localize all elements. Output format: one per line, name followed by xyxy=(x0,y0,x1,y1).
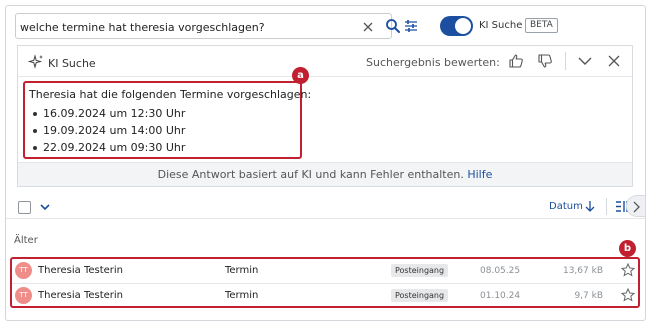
ki-answer-panel: KI Suche Suchergebnis bewerten: Theresia… xyxy=(17,45,633,187)
group-label: Älter xyxy=(14,235,38,246)
item-size: 13,67 kB xyxy=(562,266,603,276)
search-box[interactable] xyxy=(15,13,400,39)
thumbs-up-icon[interactable] xyxy=(508,53,524,69)
appointment-item: 19.09.2024 um 14:00 Uhr xyxy=(33,122,296,139)
ki-search-toggle-label: KI Suche xyxy=(479,20,523,31)
folder-tag: Posteingang xyxy=(391,264,449,277)
rate-result-label: Suchergebnis bewerten: xyxy=(366,56,500,69)
header-separator xyxy=(565,52,566,70)
sparkle-icon xyxy=(28,54,43,69)
arrow-down-icon[interactable] xyxy=(584,200,596,213)
subject: Termin xyxy=(225,265,259,276)
star-icon[interactable] xyxy=(621,263,635,277)
sender-name: Theresia Testerin xyxy=(38,265,124,276)
thumbs-down-icon[interactable] xyxy=(537,53,553,69)
avatar: TT xyxy=(15,287,32,304)
toggle-knob xyxy=(455,18,471,34)
sort-by-date-button[interactable]: Datum xyxy=(549,201,583,212)
ki-panel-title: KI Suche xyxy=(48,57,96,70)
filter-settings-icon[interactable] xyxy=(403,18,419,34)
answer-intro: Theresia hat die folgenden Termine vorge… xyxy=(29,88,312,101)
subject: Termin xyxy=(225,290,259,301)
annotation-badge-b: b xyxy=(619,240,636,257)
result-rows: TT Theresia Testerin Termin Posteingang … xyxy=(10,257,640,308)
chevron-down-icon[interactable] xyxy=(576,54,594,68)
chevron-down-icon[interactable] xyxy=(39,201,51,213)
close-icon[interactable] xyxy=(607,54,621,68)
sender-name: Theresia Testerin xyxy=(38,290,124,301)
list-item[interactable]: TT Theresia Testerin Termin Posteingang … xyxy=(12,259,638,282)
search-input[interactable] xyxy=(20,18,340,36)
select-all-checkbox[interactable] xyxy=(18,201,31,214)
beta-badge: BETA xyxy=(525,18,558,33)
toolbar-separator xyxy=(606,198,607,215)
item-size: 9,7 kB xyxy=(574,291,603,301)
disclaimer-text: Diese Antwort basiert auf KI und kann Fe… xyxy=(157,168,464,181)
list-item[interactable]: TT Theresia Testerin Termin Posteingang … xyxy=(12,283,638,306)
folder-tag: Posteingang xyxy=(391,289,449,302)
list-toolbar: Datum xyxy=(6,193,645,219)
search-icon[interactable] xyxy=(385,18,401,34)
ki-answer-box: Theresia hat die folgenden Termine vorge… xyxy=(23,81,312,159)
appointment-item: 22.09.2024 um 09:30 Uhr xyxy=(33,139,296,156)
item-date: 08.05.25 xyxy=(480,266,521,276)
avatar: TT xyxy=(15,262,32,279)
appointment-list: 16.09.2024 um 12:30 Uhr 19.09.2024 um 14… xyxy=(29,105,296,156)
ki-disclaimer: Diese Antwort basiert auf KI und kann Fe… xyxy=(18,162,632,186)
ki-search-toggle[interactable] xyxy=(440,16,473,36)
star-icon[interactable] xyxy=(621,288,635,302)
chevron-right-icon xyxy=(633,201,640,213)
panel-divider xyxy=(18,76,632,77)
item-date: 01.10.24 xyxy=(480,291,521,301)
side-panel-handle[interactable] xyxy=(626,195,645,217)
appointment-item: 16.09.2024 um 12:30 Uhr xyxy=(33,105,296,122)
help-link[interactable]: Hilfe xyxy=(467,168,492,181)
clear-icon[interactable] xyxy=(361,20,375,34)
annotation-badge-a: a xyxy=(292,67,309,84)
